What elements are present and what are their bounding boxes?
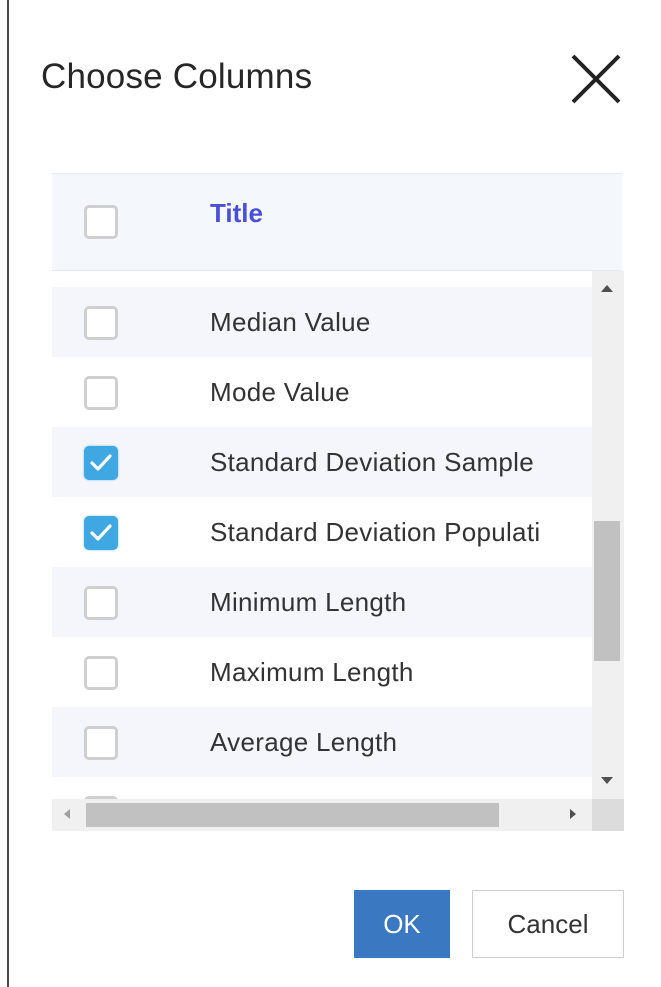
scroll-right-arrow-icon[interactable] bbox=[570, 809, 576, 819]
horizontal-scrollbar[interactable] bbox=[52, 799, 592, 831]
column-option-label: Mode Value bbox=[210, 377, 350, 407]
scroll-down-arrow-icon[interactable] bbox=[601, 777, 613, 784]
column-checkbox[interactable] bbox=[84, 586, 118, 620]
column-option-row[interactable]: Mode Value bbox=[52, 357, 592, 427]
horizontal-scroll-thumb[interactable] bbox=[86, 803, 499, 827]
columns-grid: Title Median Value Mode Value Standard Dev… bbox=[52, 173, 624, 833]
checkmark-icon bbox=[90, 524, 112, 541]
column-option-label: Median Value bbox=[210, 307, 371, 337]
vertical-scroll-thumb[interactable] bbox=[594, 520, 620, 662]
scroll-left-arrow-icon[interactable] bbox=[64, 809, 70, 819]
dialog-title: Choose Columns bbox=[41, 57, 313, 96]
column-list: Median Value Mode Value Standard Deviation… bbox=[52, 287, 592, 799]
scroll-up-arrow-icon[interactable] bbox=[601, 285, 613, 292]
column-option-row[interactable]: Minimum Length bbox=[52, 567, 592, 637]
ok-button[interactable]: OK bbox=[354, 890, 450, 958]
window-edge bbox=[7, 0, 9, 987]
column-option-label: Average Length bbox=[210, 727, 398, 757]
checkmark-icon bbox=[90, 454, 112, 471]
column-option-row[interactable]: Standard Deviation Sample bbox=[52, 427, 592, 497]
grid-header: Title bbox=[52, 173, 622, 271]
rows-viewport: Median Value Mode Value Standard Deviation… bbox=[52, 271, 592, 799]
column-checkbox[interactable] bbox=[84, 726, 118, 760]
cancel-button[interactable]: Cancel bbox=[472, 890, 624, 958]
close-icon bbox=[571, 54, 621, 104]
select-all-checkbox[interactable] bbox=[84, 205, 118, 239]
choose-columns-dialog: Choose Columns Title Median Value Mode Va… bbox=[10, 0, 661, 987]
title-column-header[interactable]: Title bbox=[210, 198, 263, 229]
column-option-row[interactable]: Median Value bbox=[52, 287, 592, 357]
column-option-label: Maximum Length bbox=[210, 657, 414, 687]
column-option-label: Standard Deviation Populati bbox=[210, 517, 541, 547]
scrollbar-corner bbox=[592, 799, 624, 831]
column-option-label: Minimum Length bbox=[210, 587, 407, 617]
column-checkbox[interactable] bbox=[84, 516, 118, 550]
column-checkbox[interactable] bbox=[84, 376, 118, 410]
close-button[interactable] bbox=[567, 50, 625, 108]
column-option-row[interactable]: Average Length bbox=[52, 707, 592, 777]
column-option-label: Standard Deviation Sample bbox=[210, 447, 535, 477]
column-checkbox[interactable] bbox=[84, 446, 118, 480]
vertical-scrollbar[interactable] bbox=[592, 271, 624, 799]
column-option-row[interactable]: Standard Deviation Populati bbox=[52, 497, 592, 567]
column-checkbox[interactable] bbox=[84, 306, 118, 340]
column-option-row[interactable]: Maximum Length bbox=[52, 637, 592, 707]
column-option-row-partial[interactable] bbox=[52, 777, 592, 799]
column-checkbox[interactable] bbox=[84, 656, 118, 690]
